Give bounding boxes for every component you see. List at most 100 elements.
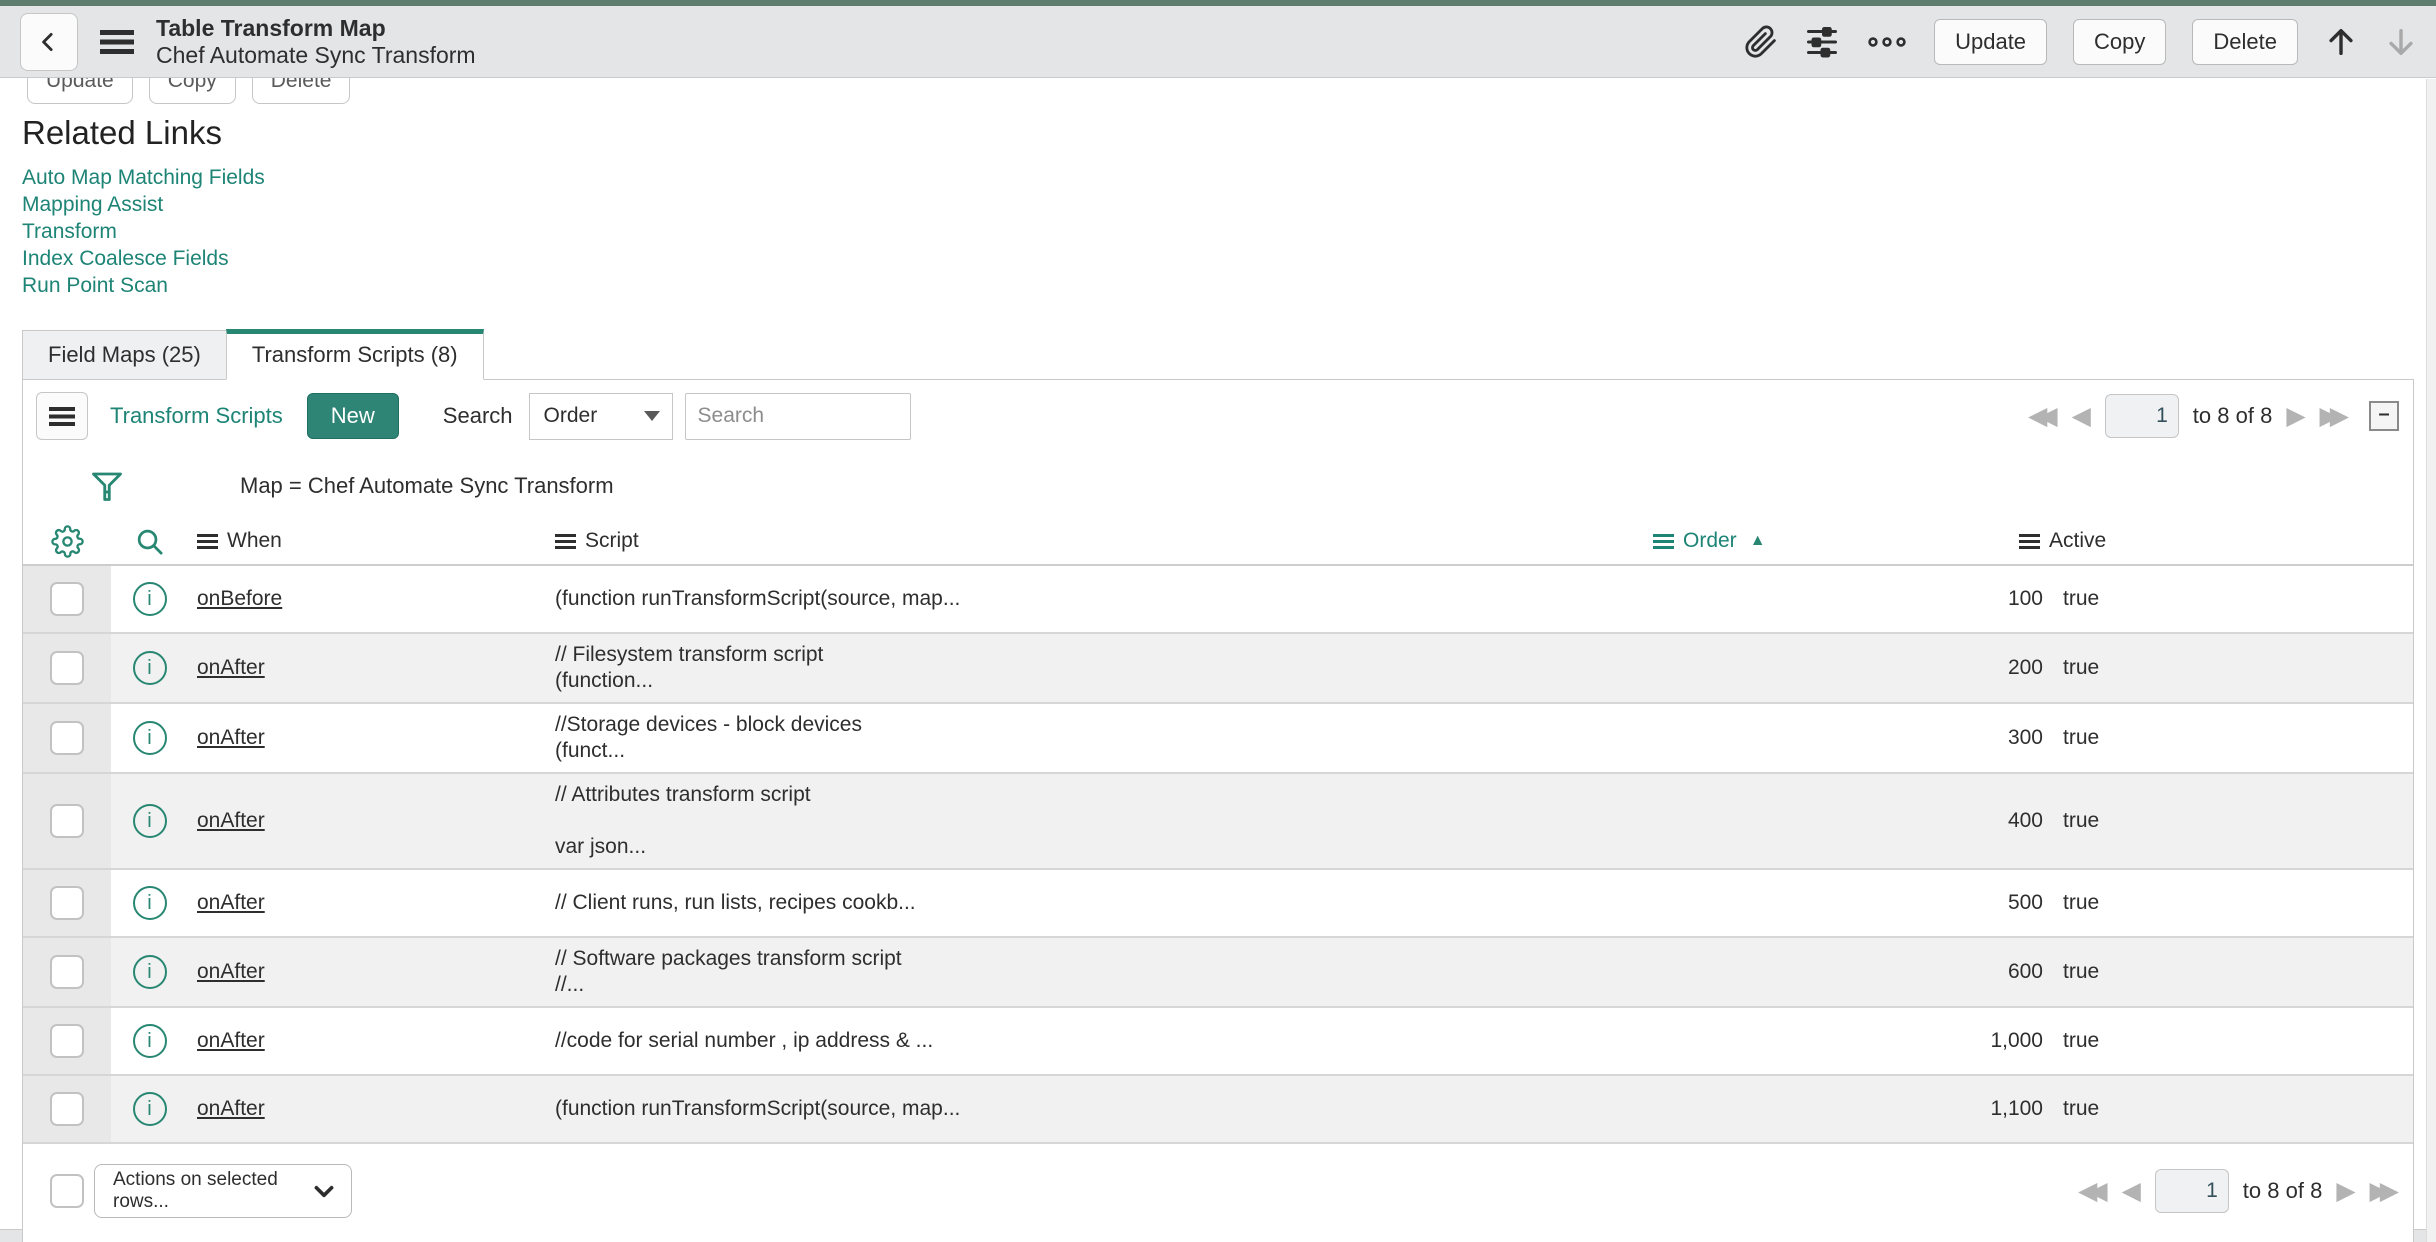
prev-page-button[interactable]: ◀ (2122, 1178, 2141, 1204)
row-checkbox[interactable] (50, 886, 84, 920)
more-options-icon[interactable] (1866, 34, 1908, 50)
delete-button[interactable]: Delete (2192, 18, 2298, 65)
new-button[interactable]: New (306, 393, 399, 439)
back-button[interactable] (20, 12, 78, 71)
link-run-point-scan[interactable]: Run Point Scan (22, 272, 2414, 299)
page-number-input[interactable] (2154, 1169, 2229, 1213)
next-page-button[interactable]: ▶ (2336, 1178, 2355, 1204)
tab-transform-scripts[interactable]: Transform Scripts (8) (225, 329, 484, 380)
hamburger-icon (49, 406, 75, 426)
row-checkbox[interactable] (50, 804, 84, 838)
info-icon[interactable] (132, 804, 167, 838)
filter-breadcrumb[interactable]: Map = Chef Automate Sync Transform (240, 473, 614, 499)
script-cell: // Client runs, run lists, recipes cookb… (555, 891, 916, 914)
next-page-button[interactable]: ▶ (2286, 403, 2305, 429)
table-row: onAfter (function runTransformScript(sou… (23, 1076, 2413, 1144)
related-lists-tabs: Field Maps (25) Transform Scripts (8) (22, 329, 2414, 380)
page-number-input[interactable] (2104, 394, 2179, 438)
when-link[interactable]: onAfter (197, 809, 265, 833)
form-update-button[interactable]: Update (27, 78, 133, 104)
link-auto-map-matching-fields[interactable]: Auto Map Matching Fields (22, 164, 2414, 191)
tab-field-maps[interactable]: Field Maps (25) (22, 330, 227, 380)
search-row-icon[interactable] (134, 526, 165, 557)
row-select-cell (23, 938, 111, 1006)
info-icon[interactable] (132, 886, 167, 920)
prev-page-button[interactable]: ◀ (2072, 403, 2091, 429)
active-cell: true (2063, 587, 2100, 610)
context-menu-icon[interactable] (100, 29, 134, 54)
when-cell: onAfter (188, 1008, 533, 1074)
when-link[interactable]: onAfter (197, 891, 265, 915)
table-row: onAfter // Attributes transform scriptva… (23, 774, 2413, 870)
when-cell: onAfter (188, 635, 533, 701)
link-index-coalesce-fields[interactable]: Index Coalesce Fields (22, 245, 2414, 272)
script-cell: // Attributes transform script var json..… (555, 783, 811, 858)
when-link[interactable]: onAfter (197, 726, 265, 750)
row-checkbox[interactable] (50, 651, 84, 685)
first-page-button[interactable]: ◀◀ (2078, 1178, 2108, 1204)
row-select-cell (23, 870, 111, 936)
info-icon[interactable] (132, 1024, 167, 1058)
row-range-label: to 8 of 8 (2242, 1178, 2323, 1203)
when-link[interactable]: onAfter (197, 960, 265, 984)
row-select-cell (23, 774, 111, 868)
scroll-up-icon[interactable] (2324, 25, 2358, 59)
row-info-cell (111, 1008, 188, 1074)
column-menu-icon (197, 533, 218, 549)
row-checkbox[interactable] (50, 582, 84, 616)
when-link[interactable]: onAfter (197, 1097, 265, 1121)
form-delete-button[interactable]: Delete (251, 78, 351, 104)
row-checkbox[interactable] (50, 721, 84, 755)
info-icon[interactable] (132, 651, 167, 685)
active-cell: true (2063, 1029, 2100, 1052)
vertical-scrollbar[interactable] (2426, 79, 2436, 1242)
last-page-button[interactable]: ▶▶ (2320, 403, 2350, 429)
script-cell: //code for serial number , ip address & … (555, 1029, 934, 1052)
when-cell: onAfter (188, 788, 533, 854)
scroll-down-icon[interactable] (2384, 25, 2418, 59)
search-column-select[interactable]: Order (528, 392, 673, 440)
active-cell: true (2063, 656, 2100, 679)
info-icon[interactable] (132, 1092, 167, 1126)
select-all-checkbox[interactable] (50, 1174, 84, 1208)
when-cell: onBefore (188, 566, 533, 632)
info-icon[interactable] (132, 582, 167, 616)
copy-button[interactable]: Copy (2073, 18, 2167, 65)
search-input[interactable] (684, 392, 911, 440)
collapse-list-button[interactable] (2369, 401, 2399, 431)
column-header-order[interactable]: Order ▲ (1649, 529, 2049, 553)
row-range-label: to 8 of 8 (2192, 403, 2273, 428)
script-cell: // Filesystem transform script (function.… (555, 643, 824, 692)
column-header-active[interactable]: Active (2005, 529, 2413, 553)
link-transform[interactable]: Transform (22, 218, 2414, 245)
when-link[interactable]: onAfter (197, 656, 265, 680)
info-icon[interactable] (132, 955, 167, 989)
active-cell: true (2063, 726, 2100, 749)
update-button[interactable]: Update (1934, 18, 2048, 65)
column-header-when[interactable]: When (188, 529, 533, 553)
personalize-list-gear-icon[interactable] (50, 524, 84, 558)
row-info-cell (111, 1076, 188, 1142)
row-info-cell (111, 566, 188, 632)
row-checkbox[interactable] (50, 1024, 84, 1058)
column-header-script[interactable]: Script (533, 529, 1649, 553)
list-toolbar: Transform Scripts New Search Order ◀◀ ◀ … (23, 380, 2413, 452)
actions-on-selected-rows-select[interactable]: Actions on selected rows... (94, 1164, 352, 1218)
last-page-button[interactable]: ▶▶ (2370, 1178, 2400, 1204)
row-checkbox[interactable] (50, 955, 84, 989)
actions-select-label: Actions on selected rows... (113, 1169, 278, 1212)
attachment-icon[interactable] (1744, 25, 1778, 59)
link-mapping-assist[interactable]: Mapping Assist (22, 191, 2414, 218)
personalize-form-icon[interactable] (1804, 24, 1840, 60)
when-link[interactable]: onBefore (197, 587, 282, 611)
app-header: Table Transform Map Chef Automate Sync T… (0, 6, 2436, 78)
column-label-order: Order (1683, 529, 1737, 552)
info-icon[interactable] (132, 721, 167, 755)
chevron-left-icon (36, 29, 62, 55)
first-page-button[interactable]: ◀◀ (2028, 403, 2058, 429)
filter-icon[interactable] (89, 468, 125, 504)
when-link[interactable]: onAfter (197, 1029, 265, 1053)
list-menu-button[interactable] (36, 392, 88, 440)
form-copy-button[interactable]: Copy (148, 78, 236, 104)
row-checkbox[interactable] (50, 1092, 84, 1126)
